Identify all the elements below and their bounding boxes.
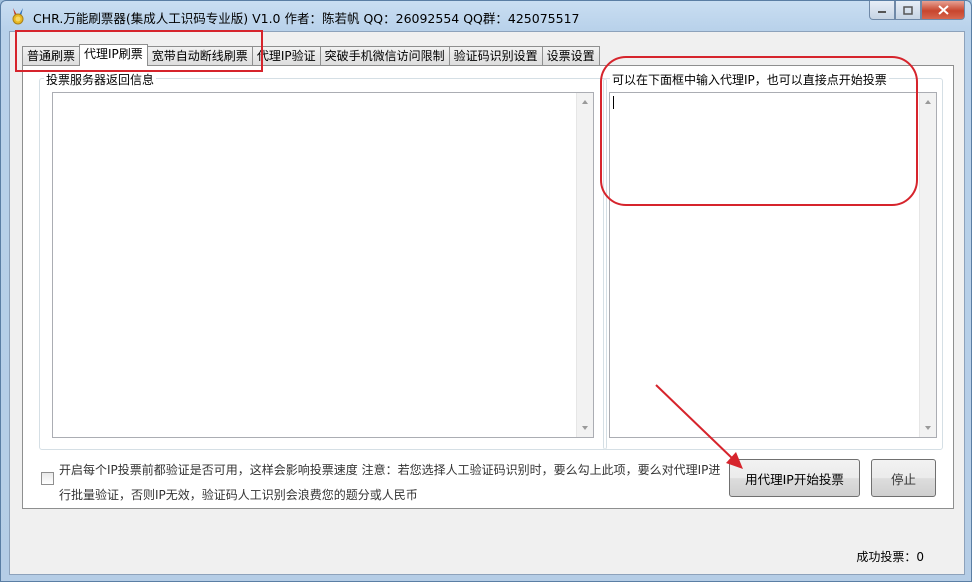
proxy-ip-vote-panel: 投票服务器返回信息 可以在下面框中输入代理IP，也可以直接点开始投票 开启每个I… <box>22 65 954 509</box>
tab-broadband-reconnect-vote[interactable]: 宽带自动断线刷票 <box>146 46 253 66</box>
app-window: CHR.万能刷票器(集成人工识码专业版) V1.0 作者：陈若帆 QQ：2609… <box>0 0 972 582</box>
tab-strip: 普通刷票 代理IP刷票 宽带自动断线刷票 代理IP验证 突破手机微信访问限制 验… <box>22 44 600 66</box>
success-vote-count: 成功投票：0 <box>856 550 924 564</box>
window-controls <box>869 1 965 21</box>
tab-proxy-ip-vote[interactable]: 代理IP刷票 <box>79 44 148 66</box>
text-caret <box>613 96 614 109</box>
proxy-ip-textbox[interactable] <box>609 92 937 438</box>
tab-proxy-ip-verify[interactable]: 代理IP验证 <box>251 46 321 66</box>
tab-vote-settings[interactable]: 设票设置 <box>541 46 600 66</box>
verify-ip-checkbox[interactable] <box>41 472 54 485</box>
scroll-down-arrow-icon[interactable] <box>925 426 931 430</box>
close-icon <box>937 5 949 15</box>
server-info-textbox[interactable] <box>52 92 594 438</box>
client-area: 普通刷票 代理IP刷票 宽带自动断线刷票 代理IP验证 突破手机微信访问限制 验… <box>9 31 965 575</box>
tab-wechat-limit-bypass[interactable]: 突破手机微信访问限制 <box>319 46 450 66</box>
stop-button[interactable]: 停止 <box>871 459 936 497</box>
tab-normal-vote[interactable]: 普通刷票 <box>22 46 81 66</box>
medal-icon <box>12 8 24 25</box>
server-info-scrollbar[interactable] <box>576 93 593 437</box>
tab-captcha-settings[interactable]: 验证码识别设置 <box>448 46 543 66</box>
proxy-input-group: 可以在下面框中输入代理IP，也可以直接点开始投票 <box>603 71 943 450</box>
scroll-down-arrow-icon[interactable] <box>582 426 588 430</box>
proxy-ip-scrollbar[interactable] <box>919 93 936 437</box>
minimize-icon <box>878 11 886 13</box>
maximize-icon <box>903 5 913 15</box>
window-title: CHR.万能刷票器(集成人工识码专业版) V1.0 作者：陈若帆 QQ：2609… <box>33 11 580 26</box>
scroll-up-arrow-icon[interactable] <box>582 100 588 104</box>
verify-ip-note: 开启每个IP投票前都验证是否可用，这样会影响投票速度 注意：若您选择人工验证码识… <box>59 463 721 502</box>
start-proxy-vote-button[interactable]: 用代理IP开始投票 <box>729 459 860 497</box>
minimize-button[interactable] <box>869 1 895 20</box>
server-info-label: 投票服务器返回信息 <box>44 71 157 88</box>
scroll-up-arrow-icon[interactable] <box>925 100 931 104</box>
close-button[interactable] <box>921 1 965 20</box>
server-info-group: 投票服务器返回信息 <box>39 71 607 450</box>
proxy-input-label: 可以在下面框中输入代理IP，也可以直接点开始投票 <box>610 71 889 88</box>
title-bar[interactable]: CHR.万能刷票器(集成人工识码专业版) V1.0 作者：陈若帆 QQ：2609… <box>1 1 971 31</box>
maximize-button[interactable] <box>895 1 921 20</box>
